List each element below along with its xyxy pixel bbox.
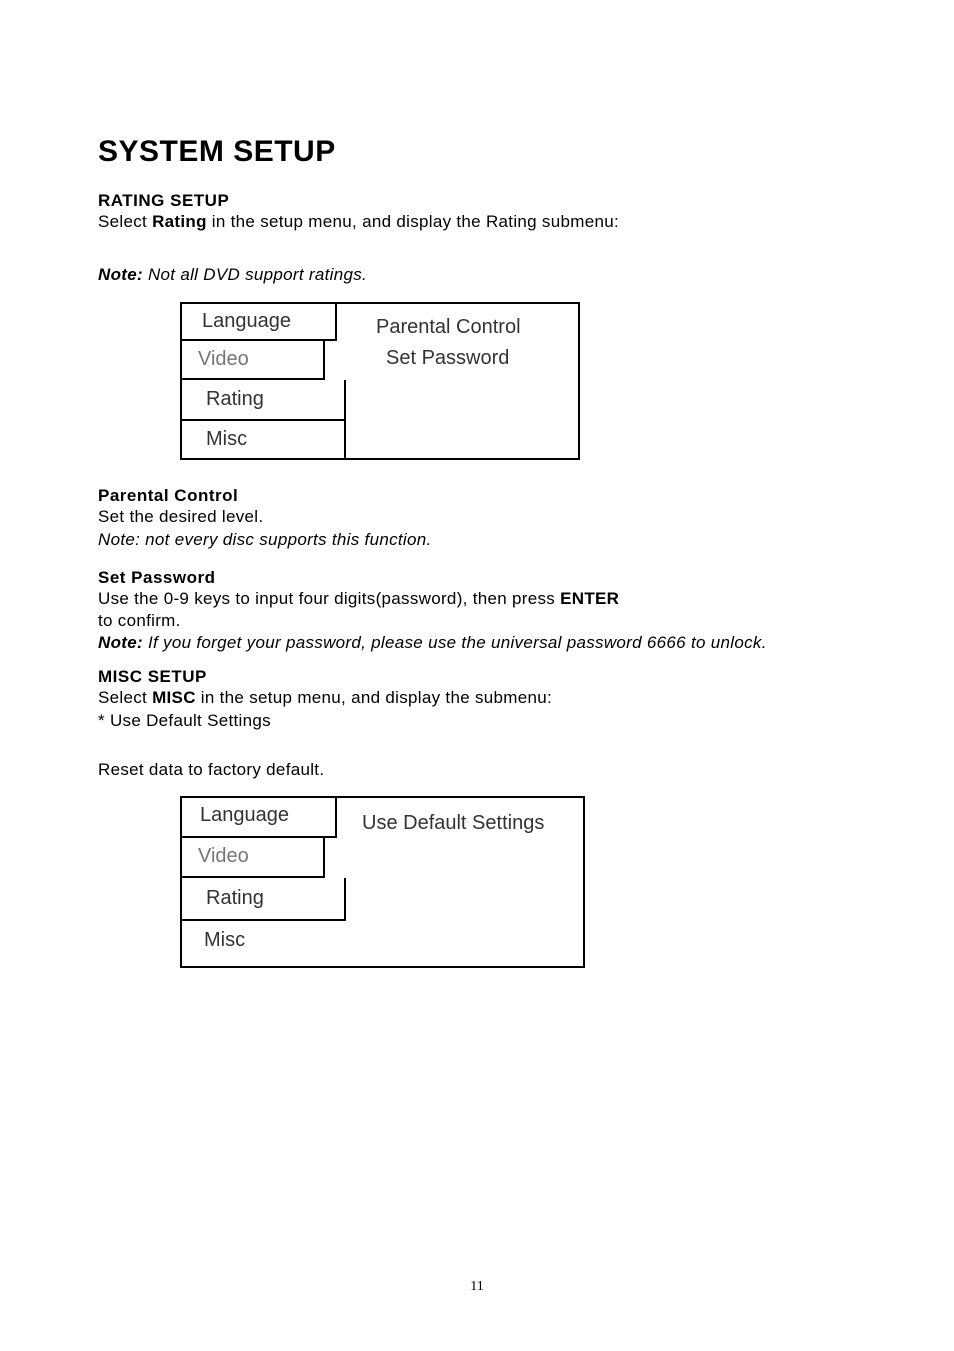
page-number: 11: [0, 1279, 954, 1295]
submenu-use-default: Use Default Settings: [362, 812, 544, 835]
misc-setup-line1: Select MISC in the setup menu, and displ…: [98, 687, 856, 710]
set-password-line1: Use the 0-9 keys to input four digits(pa…: [98, 588, 856, 610]
note-dvd-ratings: Note: Not all DVD support ratings.: [98, 264, 856, 287]
submenu-set-password: Set Password: [376, 343, 568, 374]
misc-bold: MISC: [152, 688, 196, 707]
rating-setup-heading: RATING SETUP: [98, 191, 856, 211]
text-span: in the setup menu, and display the Ratin…: [207, 212, 619, 231]
tab-video: Video: [182, 838, 325, 878]
set-password-note: Note: If you forget your password, pleas…: [98, 632, 856, 654]
note-text: If you forget your password, please use …: [143, 633, 767, 652]
tab-misc: Misc: [182, 921, 346, 968]
text-span: Select: [98, 688, 152, 707]
tab-video: Video: [182, 341, 325, 380]
note-text: Not all DVD support ratings.: [143, 265, 367, 284]
rating-bold: Rating: [152, 212, 207, 231]
menu-tabs-left: Language Video Rating Misc: [182, 304, 346, 458]
parental-control-line1: Set the desired level.: [98, 506, 856, 529]
rating-menu-box: Language Video Rating Misc Parental Cont…: [180, 302, 580, 460]
tab-language: Language: [182, 304, 337, 341]
rating-setup-section: RATING SETUP Select Rating in the setup …: [98, 191, 856, 234]
misc-setup-section: MISC SETUP Select MISC in the setup menu…: [98, 667, 856, 733]
tab-misc: Misc: [182, 421, 346, 458]
text-span: Use the 0-9 keys to input four digits(pa…: [98, 589, 560, 608]
page-title: SYSTEM SETUP: [98, 135, 856, 169]
parental-control-heading: Parental Control: [98, 486, 856, 506]
note-label: Note:: [98, 265, 143, 284]
set-password-line2: to confirm.: [98, 610, 856, 632]
text-span: Select: [98, 212, 152, 231]
note-label: Note:: [98, 633, 143, 652]
misc-setup-line2: * Use Default Settings: [98, 710, 856, 733]
set-password-section: Set Password Use the 0-9 keys to input f…: [98, 568, 856, 654]
reset-factory-text: Reset data to factory default.: [98, 759, 856, 782]
misc-setup-heading: MISC SETUP: [98, 667, 856, 687]
parental-control-note: Note: not every disc supports this funct…: [98, 529, 856, 552]
text-span: in the setup menu, and display the subme…: [196, 688, 552, 707]
tab-rating: Rating: [182, 380, 346, 421]
enter-bold: ENTER: [560, 589, 619, 608]
rating-setup-instruction: Select Rating in the setup menu, and dis…: [98, 211, 856, 234]
parental-control-section: Parental Control Set the desired level. …: [98, 486, 856, 552]
menu-content-right: Parental Control Set Password: [346, 304, 578, 458]
set-password-heading: Set Password: [98, 568, 856, 588]
tab-language: Language: [182, 798, 337, 838]
submenu-parental-control: Parental Control: [376, 312, 568, 343]
misc-menu-box: Language Video Rating Misc Use Default S…: [180, 796, 585, 968]
tab-rating: Rating: [182, 878, 346, 921]
